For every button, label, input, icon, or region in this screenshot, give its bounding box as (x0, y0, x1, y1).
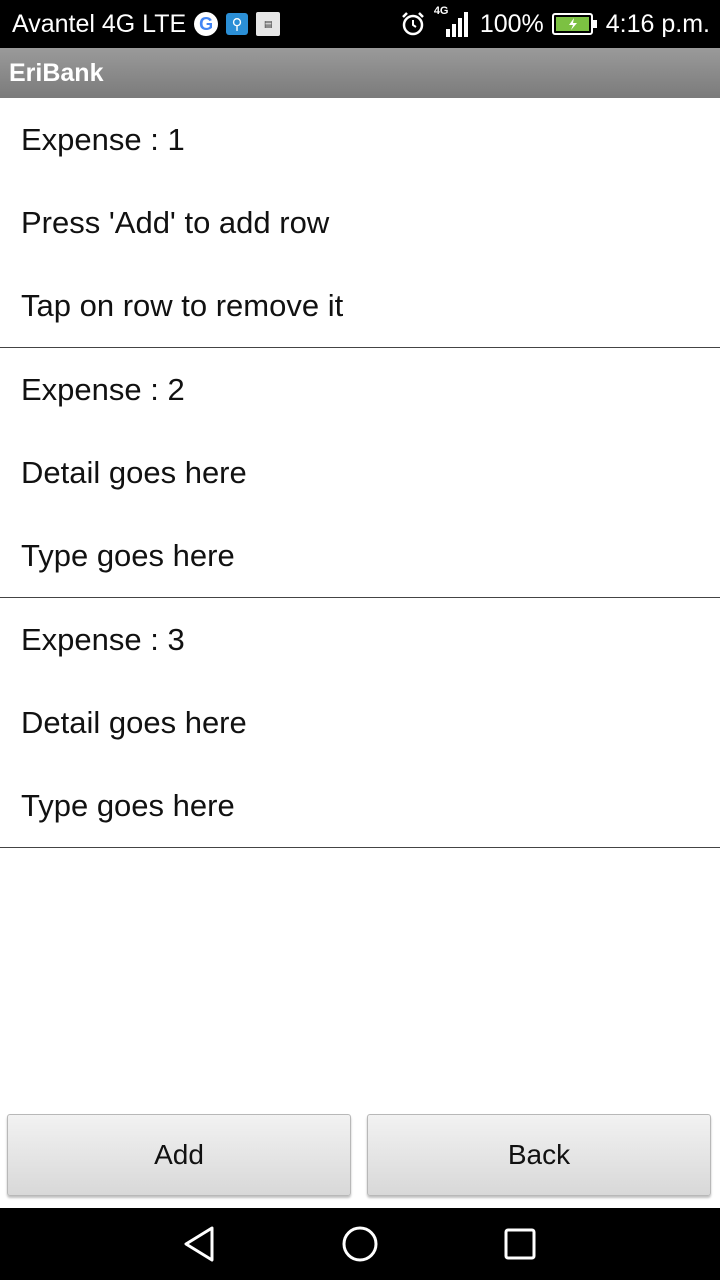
expense-title: Expense : 3 (21, 622, 185, 657)
expense-row[interactable]: Expense : 2 Detail goes here Type goes h… (0, 348, 720, 598)
signal-icon: 4G (434, 5, 472, 39)
app-title-bar: EriBank (0, 48, 720, 98)
back-triangle-icon[interactable] (180, 1224, 220, 1264)
clock: 4:16 p.m. (605, 9, 710, 38)
battery-percent: 100% (479, 9, 544, 38)
add-button[interactable]: Add (7, 1114, 351, 1196)
sim-icon: ▤ (256, 12, 281, 36)
expense-detail: Press 'Add' to add row (21, 205, 330, 240)
expense-list: Expense : 1 Press 'Add' to add row Tap o… (0, 98, 720, 848)
expense-type: Type goes here (21, 538, 235, 573)
home-circle-icon[interactable] (340, 1224, 380, 1264)
carrier-label: Avantel 4G LTE (12, 9, 187, 38)
back-button[interactable]: Back (367, 1114, 711, 1196)
expense-type: Type goes here (21, 788, 235, 823)
expense-row[interactable]: Expense : 3 Detail goes here Type goes h… (0, 598, 720, 848)
alarm-icon (400, 11, 426, 37)
usb-icon: ⚲ (226, 13, 249, 35)
expense-row[interactable]: Expense : 1 Press 'Add' to add row Tap o… (0, 98, 720, 348)
battery-icon (551, 12, 598, 36)
expense-detail: Detail goes here (21, 705, 247, 740)
expense-type: Tap on row to remove it (21, 288, 344, 323)
expense-title: Expense : 2 (21, 372, 185, 407)
expense-title: Expense : 1 (21, 122, 185, 157)
recents-square-icon[interactable] (500, 1224, 540, 1264)
expense-detail: Detail goes here (21, 455, 247, 490)
google-icon: G (194, 12, 219, 36)
status-bar: Avantel 4G LTE G ⚲ ▤ 4G 100% 4:16 p.m. (0, 0, 720, 48)
system-navigation-bar (0, 1208, 720, 1280)
network-type-label: 4G (433, 5, 449, 17)
app-title: EriBank (9, 58, 104, 87)
